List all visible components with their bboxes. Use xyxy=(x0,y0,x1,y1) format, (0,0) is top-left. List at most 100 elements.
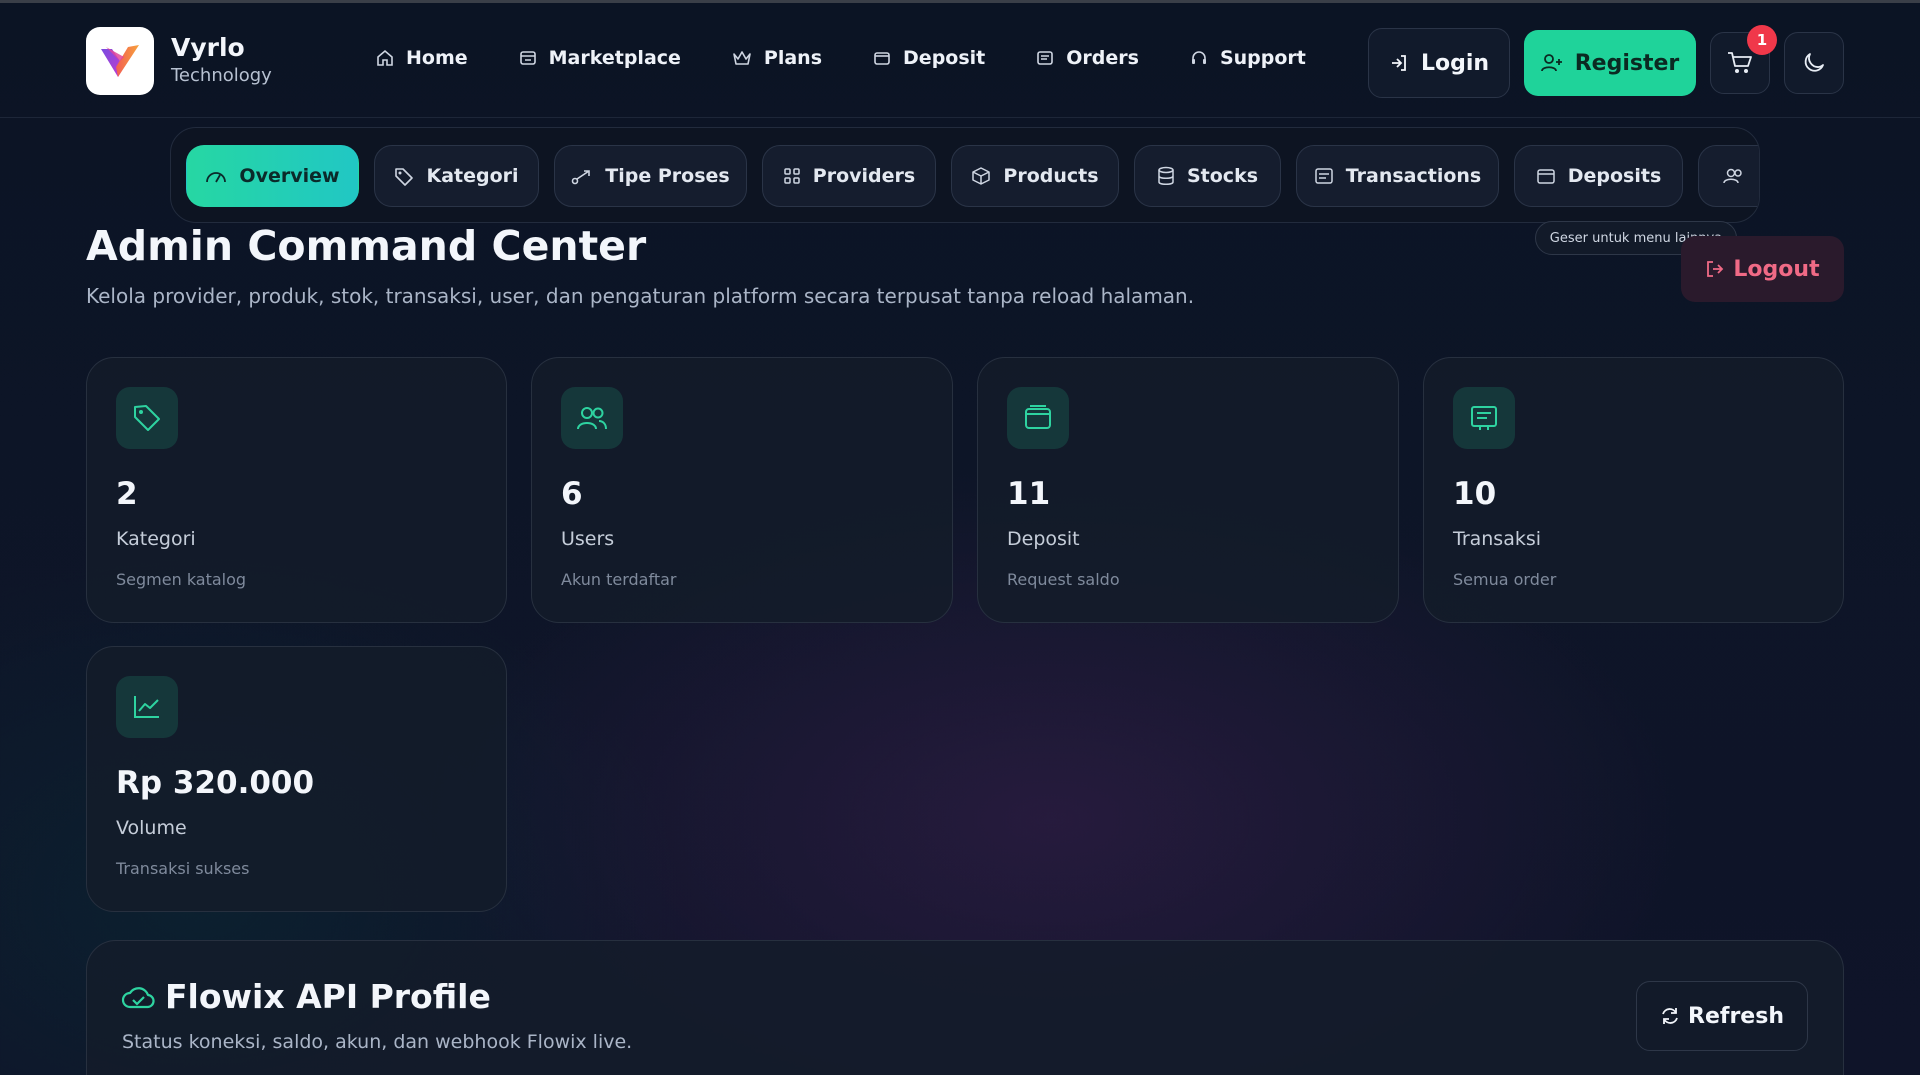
tab-providers[interactable]: Providers xyxy=(762,145,936,207)
database-icon xyxy=(1158,166,1174,185)
stat-card-users: 6 Users Akun terdaftar xyxy=(531,357,953,623)
login-icon xyxy=(1391,55,1406,71)
nav-plans-label: Plans xyxy=(763,47,823,69)
box-icon xyxy=(972,167,991,185)
tab-stocks[interactable]: Stocks xyxy=(1134,145,1281,207)
nav-plans[interactable]: Plans xyxy=(732,47,822,69)
logout-button[interactable]: Logout xyxy=(1681,236,1844,302)
tab-overview-label: Overview xyxy=(239,165,340,187)
theme-toggle-button[interactable] xyxy=(1784,32,1844,94)
gauge-icon xyxy=(206,172,227,183)
crown-icon xyxy=(733,51,751,65)
headset-icon xyxy=(1191,51,1206,64)
stat-label: Users xyxy=(561,528,615,550)
card-icon-box xyxy=(116,387,178,449)
top-navbar: Vyrlo Technology Home Marketplace Plans … xyxy=(0,3,1920,118)
tab-kategori[interactable]: Kategori xyxy=(374,145,539,207)
tab-tipe-proses-label: Tipe Proses xyxy=(605,165,730,187)
tab-overview[interactable]: Overview xyxy=(186,145,359,207)
refresh-button[interactable]: Refresh xyxy=(1636,981,1808,1051)
login-button[interactable]: Login xyxy=(1368,28,1510,98)
tab-tipe-proses[interactable]: Tipe Proses xyxy=(554,145,747,207)
cart-icon xyxy=(1728,52,1752,73)
tab-products-label: Products xyxy=(1003,165,1099,187)
nav-orders-label: Orders xyxy=(1066,47,1139,69)
nav-home-label: Home xyxy=(406,47,468,69)
tab-products[interactable]: Products xyxy=(951,145,1119,207)
route-icon xyxy=(571,170,591,185)
stat-sub: Request saldo xyxy=(1007,570,1120,589)
receipt-icon xyxy=(1471,406,1497,430)
card-icon-box xyxy=(116,676,178,738)
card-icon-box xyxy=(1453,387,1515,449)
tab-transactions[interactable]: Transactions xyxy=(1296,145,1499,207)
tab-users-partial[interactable] xyxy=(1698,145,1759,207)
stat-card-transaksi: 10 Transaksi Semua order xyxy=(1423,357,1844,623)
main-nav: Home Marketplace Plans Deposit Orders Su… xyxy=(376,47,1357,69)
stat-label: Volume xyxy=(116,817,187,839)
nav-deposit-label: Deposit xyxy=(903,47,986,69)
receipt-icon xyxy=(1037,51,1054,65)
grid-icon xyxy=(784,168,800,184)
api-profile-heading: Flowix API Profile xyxy=(121,977,491,1016)
brand-logo xyxy=(86,27,154,95)
tab-deposits[interactable]: Deposits xyxy=(1514,145,1683,207)
tab-stocks-label: Stocks xyxy=(1186,165,1259,187)
refresh-icon xyxy=(1662,1008,1678,1024)
moon-icon xyxy=(1804,53,1824,72)
v-logo-icon xyxy=(101,45,139,77)
page-subtitle: Kelola provider, produk, stok, transaksi… xyxy=(86,284,1195,308)
stat-value: 11 xyxy=(1007,476,1051,512)
stat-card-kategori: 2 Kategori Segmen katalog xyxy=(86,357,507,623)
stat-card-deposit: 11 Deposit Request saldo xyxy=(977,357,1399,623)
wallet-icon xyxy=(1025,405,1051,429)
stat-sub: Transaksi sukses xyxy=(116,859,250,878)
stat-card-volume: Rp 320.000 Volume Transaksi sukses xyxy=(86,646,507,912)
stat-label: Transaksi xyxy=(1453,528,1542,550)
stat-sub: Akun terdaftar xyxy=(561,570,677,589)
stat-value: 10 xyxy=(1453,476,1497,512)
stat-value: 6 xyxy=(561,476,583,512)
login-label: Login xyxy=(1420,50,1490,76)
stat-value: Rp 320.000 xyxy=(116,765,315,801)
receipt-icon xyxy=(1315,168,1333,184)
page-title: Admin Command Center xyxy=(86,222,647,270)
tag-icon xyxy=(395,168,414,186)
logout-icon xyxy=(1707,261,1724,277)
refresh-label: Refresh xyxy=(1688,1003,1784,1029)
nav-support-label: Support xyxy=(1219,47,1306,69)
stat-label: Kategori xyxy=(116,528,196,550)
store-icon xyxy=(519,51,536,65)
api-profile-panel: Flowix API Profile Status koneksi, saldo… xyxy=(86,940,1844,1075)
nav-orders[interactable]: Orders xyxy=(1036,47,1139,69)
cart-button[interactable]: 1 xyxy=(1710,25,1777,94)
brand-name: Vyrlo xyxy=(171,33,245,62)
users-icon xyxy=(1723,168,1742,184)
brand[interactable]: Vyrlo Technology xyxy=(86,27,272,95)
tag-icon xyxy=(134,405,160,431)
tab-deposits-label: Deposits xyxy=(1567,165,1662,187)
stat-sub: Semua order xyxy=(1453,570,1557,589)
card-icon-box xyxy=(561,387,623,449)
users-icon xyxy=(577,407,607,430)
nav-support[interactable]: Support xyxy=(1190,47,1306,69)
nav-deposit[interactable]: Deposit xyxy=(873,47,985,69)
nav-home[interactable]: Home xyxy=(376,47,468,69)
stat-sub: Segmen katalog xyxy=(116,570,247,589)
cart-count-badge: 1 xyxy=(1747,25,1777,55)
api-profile-title: Flowix API Profile xyxy=(165,977,491,1016)
admin-tab-strip[interactable]: Overview Kategori Tipe Proses Providers … xyxy=(170,127,1760,223)
user-plus-icon xyxy=(1540,54,1562,72)
logout-label: Logout xyxy=(1733,256,1820,282)
cloud-check-icon xyxy=(121,986,155,1008)
api-profile-subtitle: Status koneksi, saldo, akun, dan webhook… xyxy=(122,1031,633,1053)
nav-marketplace-label: Marketplace xyxy=(548,47,681,69)
stat-value: 2 xyxy=(116,476,138,512)
stat-label: Deposit xyxy=(1007,528,1080,550)
tab-transactions-label: Transactions xyxy=(1345,165,1482,187)
nav-marketplace[interactable]: Marketplace xyxy=(519,47,681,69)
register-button[interactable]: Register xyxy=(1524,30,1696,96)
wallet-icon xyxy=(1536,169,1555,184)
wallet-icon xyxy=(874,52,890,65)
register-label: Register xyxy=(1574,50,1680,76)
